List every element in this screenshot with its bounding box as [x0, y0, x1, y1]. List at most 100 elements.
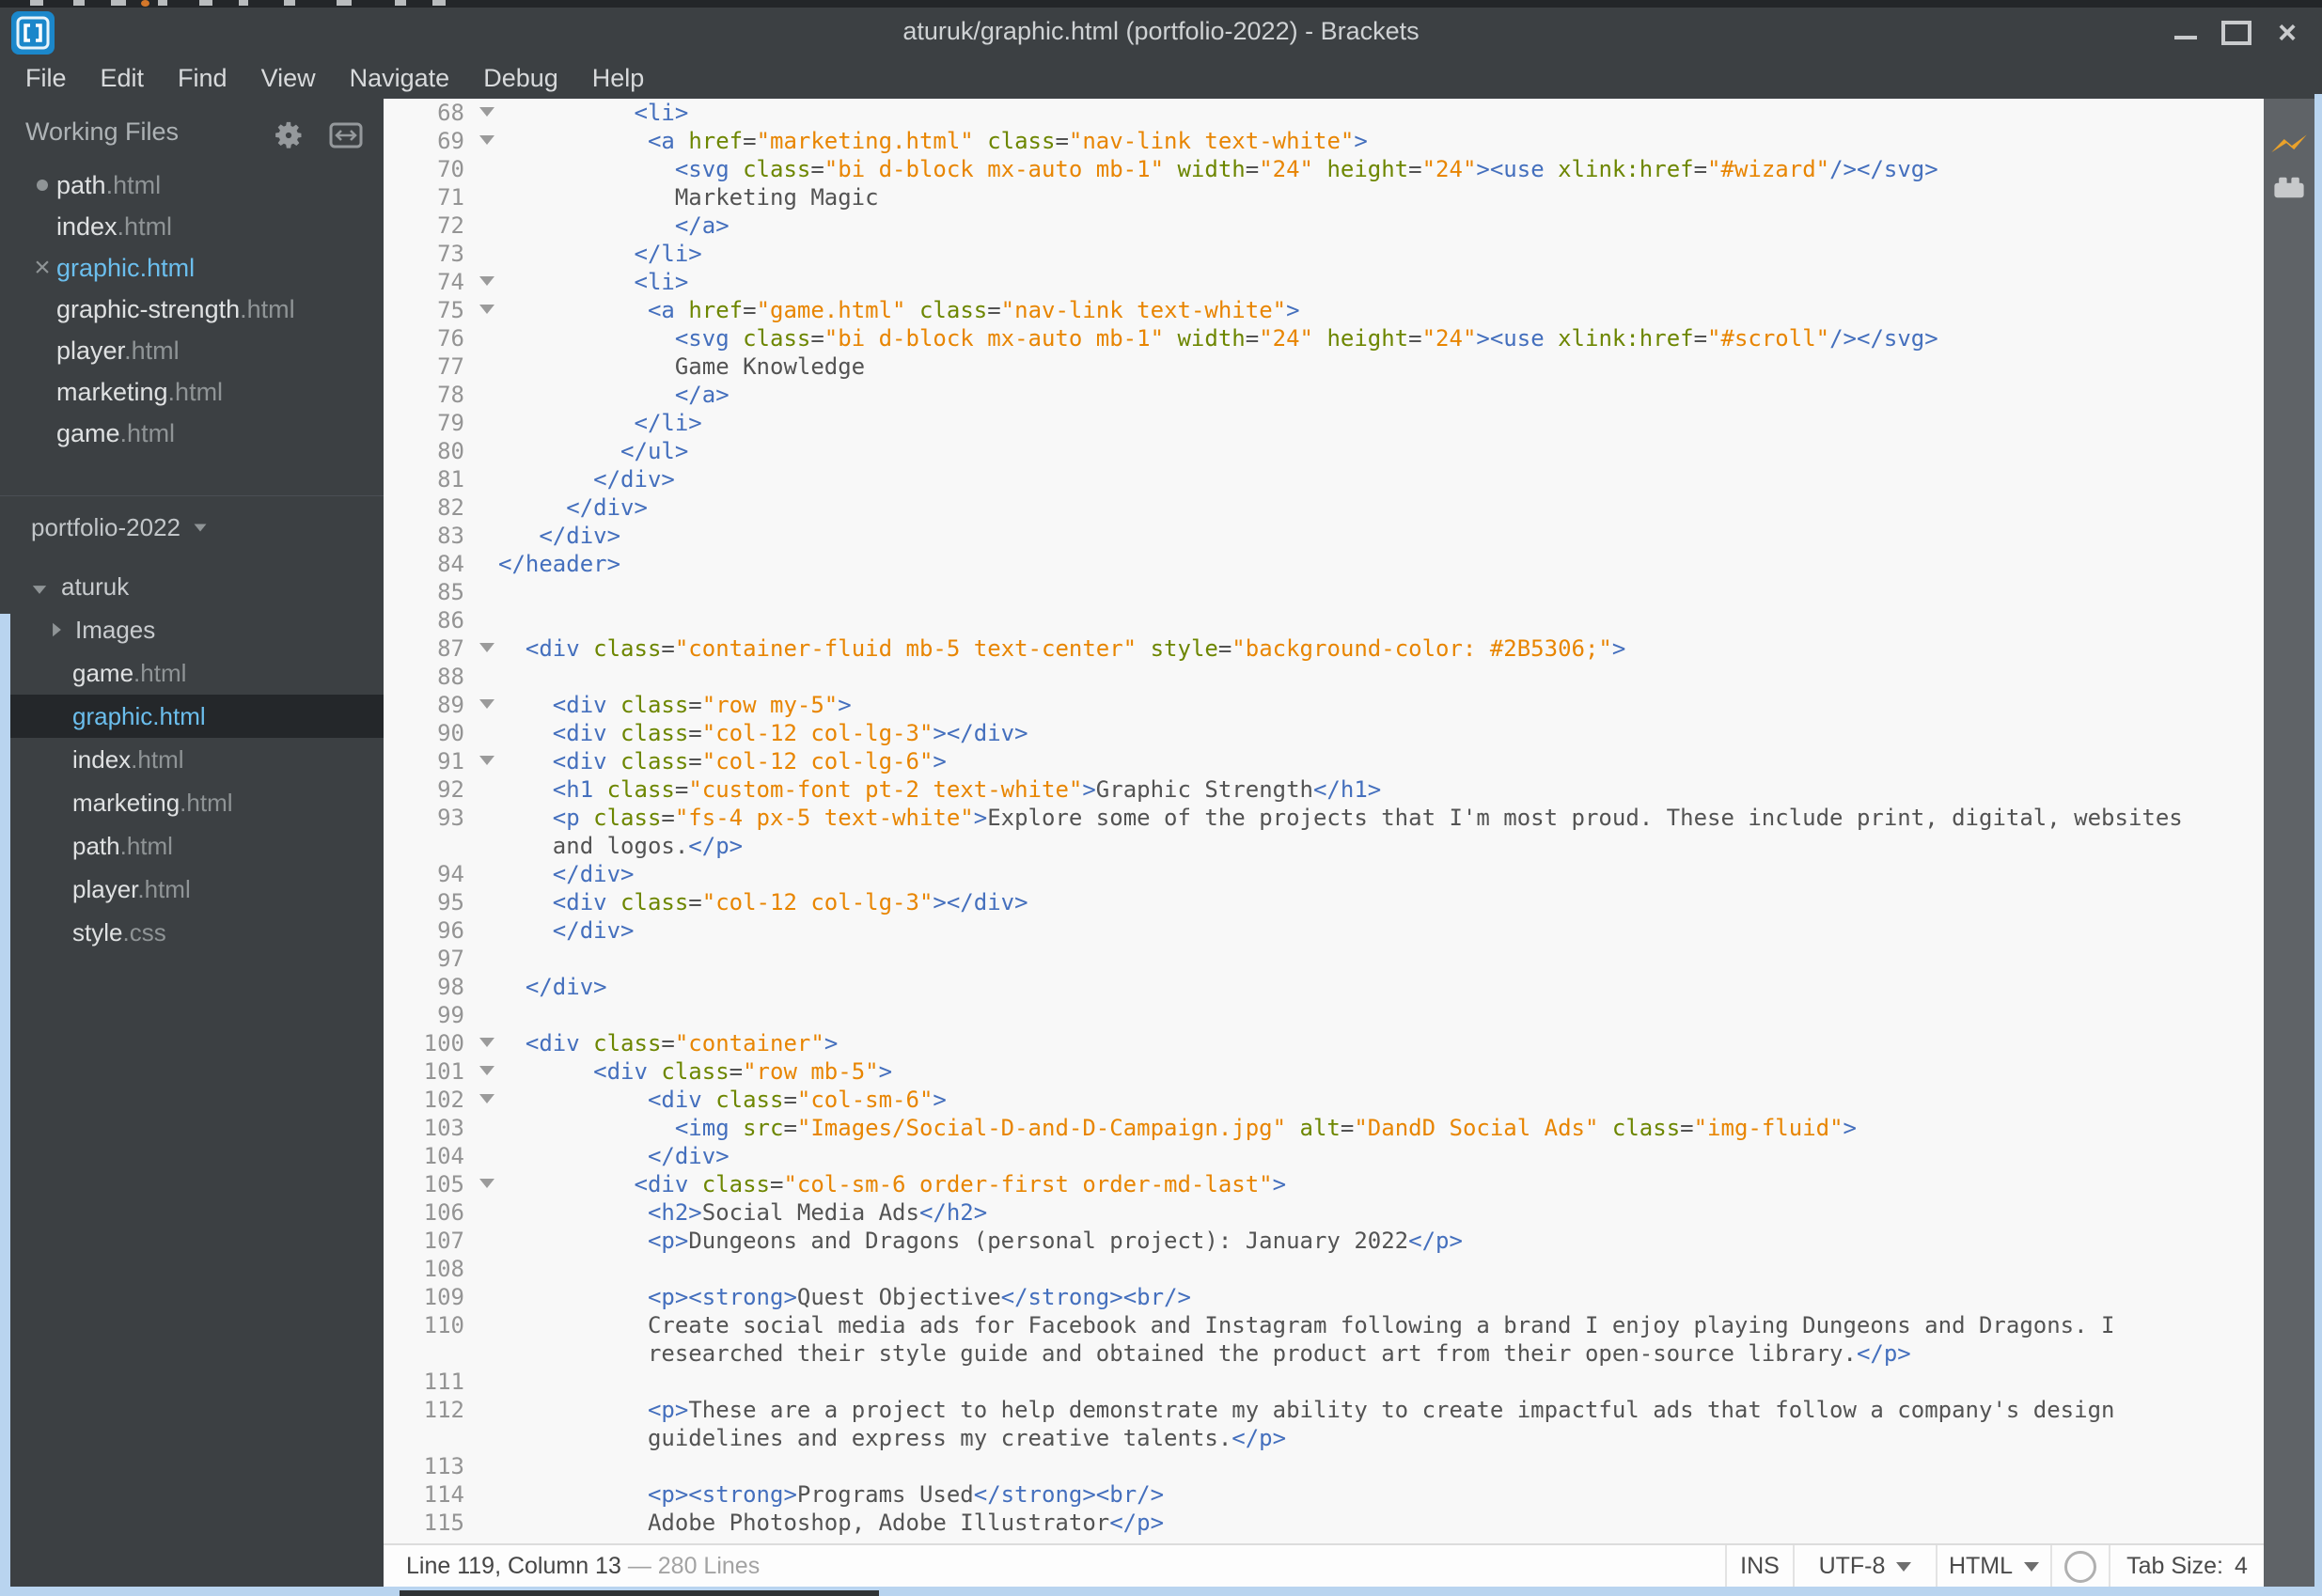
code-line-85[interactable]: 85 — [384, 578, 2264, 606]
tree-file-graphic[interactable]: graphic.html — [0, 695, 384, 738]
code-line-100[interactable]: 100 <div class="container"> — [384, 1029, 2264, 1057]
fold-triangle-icon[interactable] — [479, 1066, 494, 1075]
code-line-94[interactable]: 94 </div> — [384, 860, 2264, 888]
working-file-index[interactable]: index.html — [0, 206, 384, 247]
gear-icon[interactable] — [273, 119, 305, 156]
fold-triangle-icon[interactable] — [479, 699, 494, 709]
code-line-86[interactable]: 86 — [384, 606, 2264, 634]
code-line-78[interactable]: 78 </a> — [384, 381, 2264, 409]
maximize-button[interactable] — [2211, 8, 2262, 58]
working-file-graphic-strength[interactable]: graphic-strength.html — [0, 289, 384, 330]
tree-folder-aturuk[interactable]: aturuk — [0, 565, 384, 608]
working-file-player[interactable]: player.html — [0, 330, 384, 371]
menu-navigate[interactable]: Navigate — [350, 64, 450, 93]
fold-triangle-icon[interactable] — [479, 1179, 494, 1188]
code-line-107[interactable]: 107 <p>Dungeons and Dragons (personal pr… — [384, 1227, 2264, 1255]
fold-triangle-icon[interactable] — [479, 107, 494, 117]
menu-find[interactable]: Find — [178, 64, 227, 93]
code-line-92[interactable]: 92 <h1 class="custom-font pt-2 text-whit… — [384, 775, 2264, 804]
tree-file-player[interactable]: player.html — [0, 868, 384, 911]
fold-triangle-icon[interactable] — [479, 276, 494, 286]
fold-triangle-icon[interactable] — [479, 305, 494, 314]
menu-file[interactable]: File — [25, 64, 67, 93]
menu-help[interactable]: Help — [592, 64, 645, 93]
code-line-103[interactable]: 103 <img src="Images/Social-D-and-D-Camp… — [384, 1114, 2264, 1142]
code-line-84[interactable]: 84 </header> — [384, 550, 2264, 578]
tree-file-style[interactable]: style.css — [0, 911, 384, 954]
language-selector[interactable]: HTML — [1936, 1545, 2050, 1588]
code-line-75[interactable]: 75 <a href="game.html" class="nav-link t… — [384, 296, 2264, 324]
code-line-82[interactable]: 82 </div> — [384, 493, 2264, 522]
fold-triangle-icon[interactable] — [479, 756, 494, 765]
tree-file-game[interactable]: game.html — [0, 651, 384, 695]
code-line-97[interactable]: 97 — [384, 945, 2264, 973]
lint-status[interactable] — [2050, 1545, 2109, 1588]
tree-folder-images[interactable]: Images — [0, 608, 384, 651]
encoding-selector[interactable]: UTF-8 — [1793, 1545, 1936, 1588]
working-file-path[interactable]: path.html — [0, 164, 384, 206]
working-file-marketing[interactable]: marketing.html — [0, 371, 384, 413]
code-line-83[interactable]: 83 </div> — [384, 522, 2264, 550]
code-line-113[interactable]: 113 — [384, 1452, 2264, 1480]
code-line-79[interactable]: 79 </li> — [384, 409, 2264, 437]
insert-mode-indicator[interactable]: INS — [1725, 1545, 1793, 1588]
code-line-69[interactable]: 69 <a href="marketing.html" class="nav-l… — [384, 127, 2264, 155]
code-line-106[interactable]: 106 <h2>Social Media Ads</h2> — [384, 1198, 2264, 1227]
split-view-icon[interactable] — [329, 122, 363, 153]
menu-debug[interactable]: Debug — [483, 64, 558, 93]
code-line[interactable]: researched their style guide and obtaine… — [384, 1339, 2264, 1368]
code-line-108[interactable]: 108 — [384, 1255, 2264, 1283]
code-line-89[interactable]: 89 <div class="row my-5"> — [384, 691, 2264, 719]
menu-view[interactable]: View — [261, 64, 316, 93]
triangle-down-icon[interactable] — [32, 586, 47, 594]
code-line[interactable]: and logos.</p> — [384, 832, 2264, 860]
code-line-95[interactable]: 95 <div class="col-12 col-lg-3"></div> — [384, 888, 2264, 916]
code-line-96[interactable]: 96 </div> — [384, 916, 2264, 945]
fold-triangle-icon[interactable] — [479, 643, 494, 652]
code-line-114[interactable]: 114 <p><strong>Programs Used</strong><br… — [384, 1480, 2264, 1509]
code-line-80[interactable]: 80 </ul> — [384, 437, 2264, 465]
code-line-110[interactable]: 110 Create social media ads for Facebook… — [384, 1311, 2264, 1339]
working-file-game[interactable]: game.html — [0, 413, 384, 454]
project-dropdown[interactable]: portfolio-2022 — [0, 495, 384, 552]
minimize-button[interactable] — [2160, 8, 2211, 58]
live-preview-button[interactable] — [2264, 125, 2314, 166]
code-line-112[interactable]: 112 <p>These are a project to help demon… — [384, 1396, 2264, 1424]
code-line-81[interactable]: 81 </div> — [384, 465, 2264, 493]
triangle-right-icon[interactable] — [53, 622, 61, 637]
menu-edit[interactable]: Edit — [101, 64, 145, 93]
tab-size-setting[interactable]: Tab Size: 4 — [2109, 1545, 2264, 1588]
code-line-99[interactable]: 99 — [384, 1001, 2264, 1029]
code-line-87[interactable]: 87 <div class="container-fluid mb-5 text… — [384, 634, 2264, 663]
code-line-102[interactable]: 102 <div class="col-sm-6"> — [384, 1086, 2264, 1114]
code-line-74[interactable]: 74 <li> — [384, 268, 2264, 296]
fold-triangle-icon[interactable] — [479, 1038, 494, 1047]
tree-file-path[interactable]: path.html — [0, 824, 384, 868]
code-line-90[interactable]: 90 <div class="col-12 col-lg-3"></div> — [384, 719, 2264, 747]
code-line-101[interactable]: 101 <div class="row mb-5"> — [384, 1057, 2264, 1086]
close-file-icon[interactable]: × — [34, 254, 51, 282]
code-line-72[interactable]: 72 </a> — [384, 211, 2264, 240]
extension-manager-button[interactable] — [2264, 166, 2314, 208]
code-line-91[interactable]: 91 <div class="col-12 col-lg-6"> — [384, 747, 2264, 775]
working-file-graphic[interactable]: × graphic.html — [0, 247, 384, 289]
code-line-71[interactable]: 71 Marketing Magic — [384, 183, 2264, 211]
close-button[interactable]: × — [2262, 8, 2313, 58]
code-line-105[interactable]: 105 <div class="col-sm-6 order-first ord… — [384, 1170, 2264, 1198]
code-editor[interactable]: 68 <li> 69 <a href="marketing.html" class… — [384, 99, 2264, 1543]
code-line-93[interactable]: 93 <p class="fs-4 px-5 text-white">Explo… — [384, 804, 2264, 832]
code-line[interactable]: guidelines and express my creative talen… — [384, 1424, 2264, 1452]
tree-file-marketing[interactable]: marketing.html — [0, 781, 384, 824]
tree-file-index[interactable]: index.html — [0, 738, 384, 781]
code-line-68[interactable]: 68 <li> — [384, 99, 2264, 127]
code-line-70[interactable]: 70 <svg class="bi d-block mx-auto mb-1" … — [384, 155, 2264, 183]
code-line-88[interactable]: 88 — [384, 663, 2264, 691]
fold-triangle-icon[interactable] — [479, 1094, 494, 1103]
code-line-76[interactable]: 76 <svg class="bi d-block mx-auto mb-1" … — [384, 324, 2264, 352]
code-line-109[interactable]: 109 <p><strong>Quest Objective</strong><… — [384, 1283, 2264, 1311]
code-line-77[interactable]: 77 Game Knowledge — [384, 352, 2264, 381]
code-line-98[interactable]: 98 </div> — [384, 973, 2264, 1001]
code-line-111[interactable]: 111 — [384, 1368, 2264, 1396]
code-line-115[interactable]: 115 Adobe Photoshop, Adobe Illustrator</… — [384, 1509, 2264, 1537]
fold-triangle-icon[interactable] — [479, 135, 494, 145]
